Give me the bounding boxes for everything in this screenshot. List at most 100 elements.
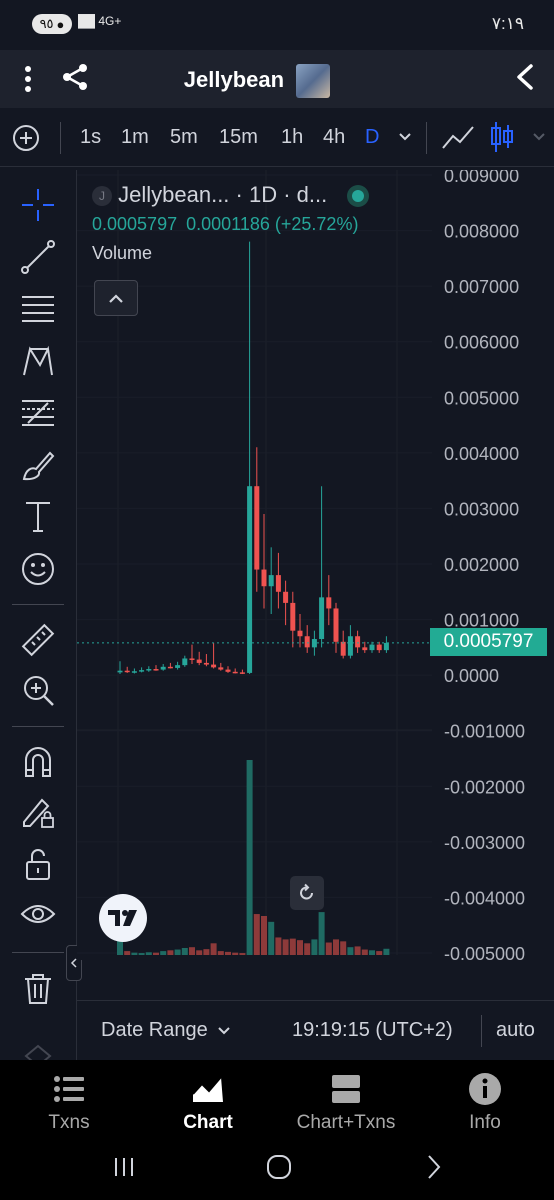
chart-legend: J Jellybean... · 1D · d... 0.0005797 0.0… [92, 182, 412, 264]
signal-icon: ██ [78, 14, 96, 28]
refresh-icon [300, 883, 313, 900]
text-icon[interactable] [12, 497, 64, 537]
symbol-name[interactable]: Jellybean... [118, 182, 229, 207]
last-price-label: 0.0005797 [430, 628, 547, 656]
candle-body [268, 575, 274, 587]
price-chart[interactable]: 0.009000 0.008000 0.007000 0.006000 0.005000… [77, 170, 554, 960]
chevron-down-icon[interactable] [532, 130, 546, 149]
legend-collapse-button[interactable] [94, 280, 138, 316]
timeframe-4h[interactable]: 4h [323, 126, 345, 149]
candles-icon[interactable] [490, 120, 514, 159]
timeframe-1m[interactable]: 1m [121, 126, 149, 149]
volume-bar [189, 947, 195, 955]
tab-txns[interactable]: Txns [20, 1060, 118, 1140]
candle-body [232, 671, 238, 674]
timeframe-5m[interactable]: 5m [170, 126, 198, 149]
timeframe-1s[interactable]: 1s [80, 126, 101, 149]
candle-body [196, 659, 202, 663]
candle-body [254, 486, 260, 570]
zoom-in-icon[interactable] [12, 670, 64, 710]
pattern-icon[interactable] [12, 341, 64, 381]
timezone-clock[interactable]: 19:19:15 (UTC+2) [292, 1019, 453, 1042]
timeframe-1d[interactable]: D [365, 126, 379, 149]
candle-body [203, 662, 209, 665]
crosshair-icon[interactable] [12, 185, 64, 225]
y-axis-tick: 0.004000 [444, 444, 519, 464]
y-axis-tick: -0.003000 [444, 833, 525, 853]
volume-bar [131, 952, 138, 955]
indicator-line-icon[interactable] [441, 124, 475, 157]
recent-apps-icon[interactable] [112, 1155, 136, 1184]
y-axis-tick: -0.002000 [444, 777, 525, 797]
chart-bottom-bar: Date Range 19:19:15 (UTC+2) auto [77, 1000, 554, 1059]
horizontal-lines-icon[interactable] [12, 289, 64, 329]
trend-line-icon[interactable] [12, 237, 64, 277]
candle-body [139, 670, 145, 672]
y-axis-tick: 0.007000 [444, 277, 519, 297]
home-icon[interactable] [265, 1153, 293, 1186]
reset-chart-button[interactable] [290, 876, 324, 910]
tab-chart-txns[interactable]: Chart+Txns [290, 1060, 402, 1140]
brush-icon[interactable] [12, 445, 64, 485]
eye-icon[interactable] [12, 894, 64, 934]
signal-indicator: ██ 4G+ [78, 14, 121, 28]
fib-retracement-icon[interactable] [12, 393, 64, 433]
y-axis-tick: 0.005000 [444, 388, 519, 408]
info-icon [469, 1073, 501, 1105]
candle-body [247, 486, 253, 673]
chart-area[interactable]: 0.009000 0.008000 0.007000 0.006000 0.005000… [77, 170, 554, 960]
system-back-icon[interactable] [424, 1153, 444, 1186]
y-axis-tick: 0.009000 [444, 170, 519, 186]
candle-body [211, 664, 217, 668]
tab-info-label: Info [469, 1112, 501, 1133]
add-indicator-icon[interactable] [12, 124, 40, 157]
volume-bar [325, 942, 332, 955]
volume-bar [239, 953, 246, 955]
timeframe-1h[interactable]: 1h [281, 126, 303, 149]
battery-indicator: ٩٥ ● [32, 14, 72, 34]
tab-chart[interactable]: Chart [158, 1060, 258, 1140]
unlock-icon[interactable] [12, 844, 64, 884]
volume-bar [318, 912, 325, 955]
y-axis-tick: -0.005000 [444, 944, 525, 960]
app-header: Jellybean [0, 50, 554, 108]
emoji-icon[interactable] [12, 549, 64, 589]
trash-icon[interactable] [12, 968, 64, 1008]
system-navigation-bar [0, 1140, 554, 1200]
volume-bar [246, 760, 253, 955]
volume-bar [311, 939, 318, 955]
tab-info[interactable]: Info [440, 1060, 530, 1140]
candle-body [153, 669, 159, 671]
candle-body [362, 647, 368, 651]
candle-body [261, 569, 267, 587]
battery-level: ٩٥ [39, 16, 54, 31]
back-icon[interactable] [512, 62, 538, 97]
y-axis-tick: 0.006000 [444, 333, 519, 353]
timeframe-toolbar: 1s 1m 5m 15m 1h 4h D [0, 110, 554, 167]
market-status-icon [347, 185, 370, 208]
candle-body [175, 665, 181, 668]
chevron-up-icon [109, 294, 123, 303]
y-axis-tick: 0.0000 [444, 666, 499, 686]
volume-bar [196, 950, 203, 955]
volume-bar [304, 943, 311, 955]
auto-scale-toggle[interactable]: auto [496, 1019, 535, 1042]
volume-bar [297, 940, 303, 955]
candle-body [225, 669, 231, 672]
magnet-icon[interactable] [12, 742, 64, 782]
timeframe-15m[interactable]: 15m [219, 126, 258, 149]
candle-body [297, 630, 303, 637]
date-range-button[interactable]: Date Range [101, 1019, 231, 1042]
token-avatar [296, 64, 331, 98]
candle-body [160, 666, 166, 670]
volume-bar [289, 938, 296, 955]
y-axis-tick: -0.004000 [444, 888, 525, 908]
candle-body [189, 658, 195, 660]
ruler-icon[interactable] [12, 620, 64, 660]
chevron-down-icon[interactable] [398, 130, 412, 149]
tradingview-logo[interactable] [99, 894, 147, 942]
lock-drawing-icon[interactable] [12, 792, 64, 832]
volume-bar [138, 953, 145, 955]
candle-body [369, 644, 375, 651]
candle-body [333, 608, 339, 642]
